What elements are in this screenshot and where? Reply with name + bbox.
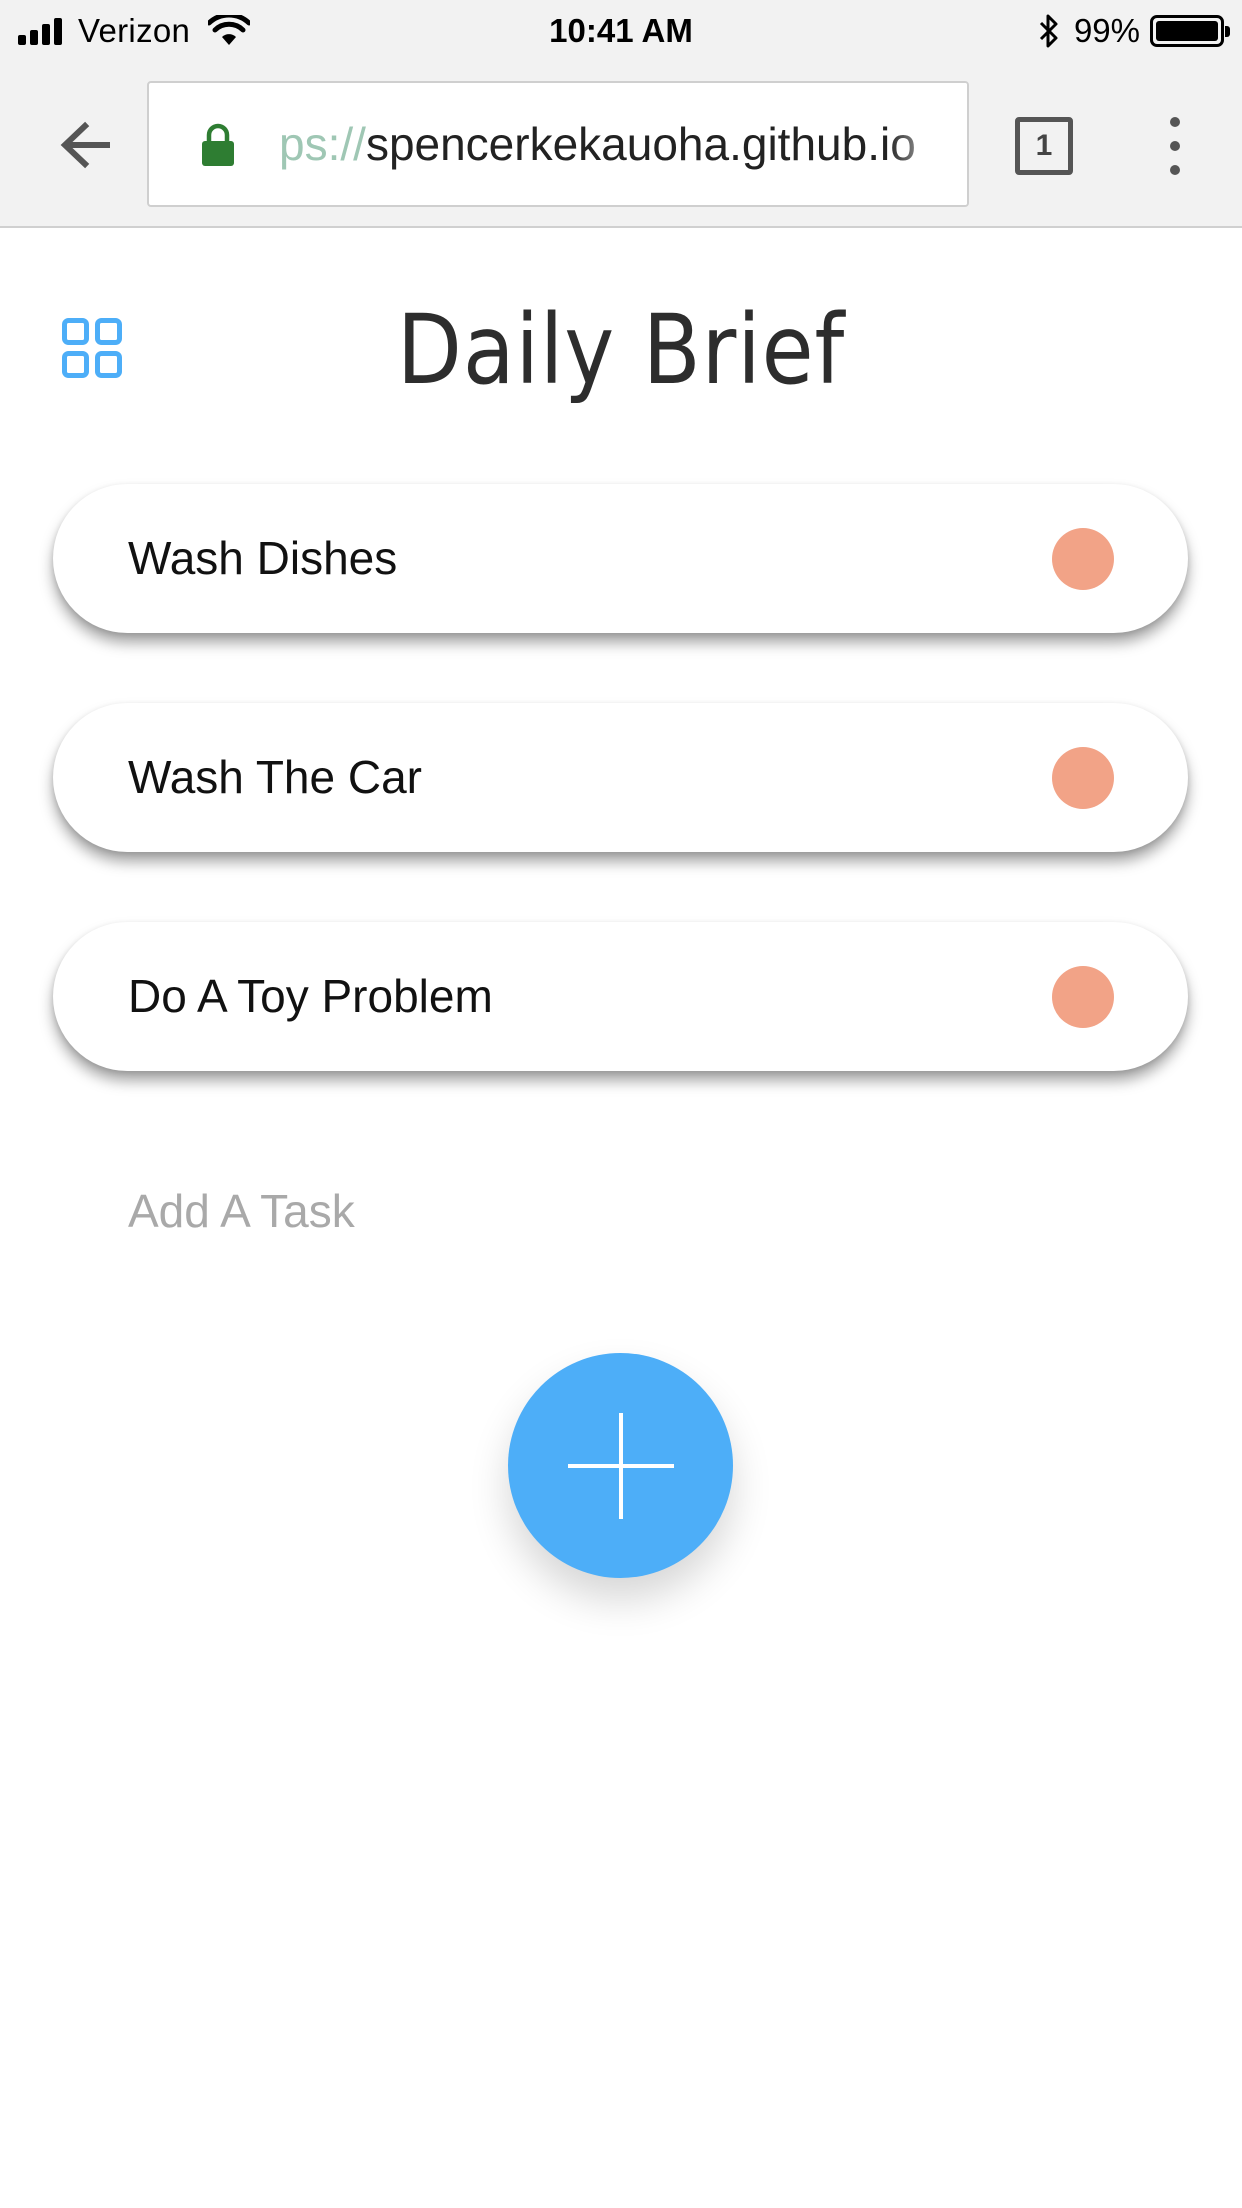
more-vert-icon[interactable] xyxy=(1163,117,1187,175)
lock-icon xyxy=(202,123,234,166)
status-right: 99% xyxy=(1038,10,1230,52)
task-item[interactable]: Do A Toy Problem xyxy=(53,922,1188,1071)
status-bar: Verizon 10:41 AM 99% xyxy=(0,0,1242,62)
add-task-input[interactable] xyxy=(128,1180,1028,1242)
page-title: Daily Brief xyxy=(396,294,846,406)
battery-percent: 99% xyxy=(1073,12,1140,49)
task-item[interactable]: Wash Dishes xyxy=(53,484,1188,633)
task-status-dot[interactable] xyxy=(1052,747,1114,809)
address-bar[interactable]: ps://spencerkekauoha.github.io xyxy=(147,81,969,207)
url-scheme: ps:// xyxy=(279,118,366,170)
back-button[interactable] xyxy=(50,110,120,180)
task-label: Wash Dishes xyxy=(128,532,398,584)
battery-fill xyxy=(1156,21,1218,41)
task-item[interactable]: Wash The Car xyxy=(53,703,1188,852)
url-text[interactable]: ps://spencerkekauoha.github.io xyxy=(279,83,916,205)
url-host: spencerkekauoha.github.io xyxy=(365,118,916,170)
plus-icon xyxy=(567,1412,674,1519)
url-fade xyxy=(887,83,967,205)
add-task-button[interactable] xyxy=(508,1353,733,1578)
task-label: Wash The Car xyxy=(128,751,422,803)
battery-icon xyxy=(1150,15,1230,47)
task-status-dot[interactable] xyxy=(1052,528,1114,590)
task-label: Do A Toy Problem xyxy=(128,970,493,1022)
bluetooth-icon xyxy=(1039,14,1058,48)
tab-count: 1 xyxy=(1035,129,1053,162)
arrow-left-icon xyxy=(60,121,110,169)
browser-toolbar: ps://spencerkekauoha.github.io 1 xyxy=(0,62,1242,228)
task-status-dot[interactable] xyxy=(1052,966,1114,1028)
tab-switcher-button[interactable]: 1 xyxy=(1015,117,1073,175)
